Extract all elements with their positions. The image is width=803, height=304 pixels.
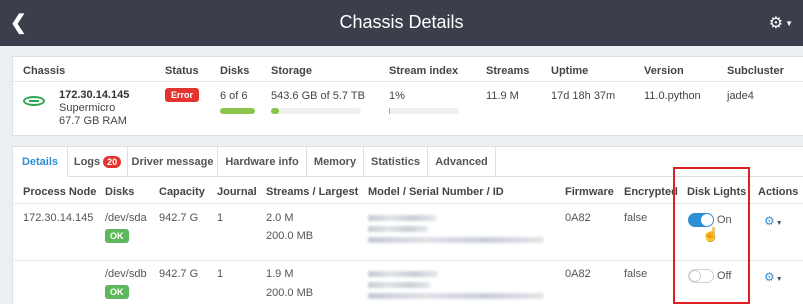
page-title: Chassis Details [339,12,464,32]
subcluster-value: jade4 [727,90,754,102]
col-header-actions: Actions [758,186,799,198]
storage-bar-fill [271,108,280,114]
row2-model-redacted [368,271,438,277]
supermicro-logo [23,96,45,106]
tab-hardware-info[interactable]: Hardware info [218,147,307,177]
version-value: 11.0.python [644,90,701,102]
row2-streams: 1.9 M [266,268,294,280]
tab-driver-message[interactable]: Driver message [128,147,218,177]
uptime-value: 17d 18h 37m [551,90,616,102]
row1-capacity: 942.7 G [159,212,199,224]
row1-encrypted: false [624,212,648,224]
tab-label: Advanced [435,156,488,168]
row2-id-redacted [368,293,544,299]
col-header-disks: Disks [105,186,135,198]
row1-serial-redacted [368,226,428,232]
chassis-ip[interactable]: 172.30.14.145 [59,89,129,101]
top-bar: ❮ Chassis Details ⚙ ▼ [0,0,803,46]
col-header-uptime: Uptime [551,65,589,77]
status-badge: Error [165,88,200,102]
col-header-capacity: Capacity [159,186,205,198]
tab-label: Details [21,156,59,168]
col-header-chassis: Chassis [23,65,66,77]
tab-label: Hardware info [225,156,299,168]
row1-id-redacted [368,237,544,243]
row1-journal: 1 [217,212,224,224]
row1-actions-button[interactable]: ⚙▼ [764,214,783,228]
caret-down-icon: ▼ [775,276,783,283]
col-header-streams-largest: Streams / Largest [266,186,359,198]
tab-memory[interactable]: Memory [307,147,364,177]
storage-value: 543.6 GB of 5.7 TB [271,90,365,102]
row2-serial-redacted [368,282,430,288]
col-header-stream-index: Stream index [389,65,459,77]
col-header-version: Version [644,65,684,77]
logs-count-badge: 20 [103,156,122,168]
hand-pointer-icon: ☝ [702,226,720,242]
row1-process-node: 172.30.14.145 [23,212,94,224]
divider [13,81,803,82]
tab-logs[interactable]: Logs 20 [68,147,128,177]
stream-index-bar [389,108,459,114]
col-header-journal: Journal [217,186,257,198]
row1-model-redacted [368,215,436,221]
gear-icon: ⚙ [768,15,784,32]
col-header-firmware: Firmware [565,186,614,198]
tab-label: Driver message [131,156,214,168]
disks-value: 6 of 6 [220,90,248,102]
storage-bar [271,108,361,114]
caret-down-icon: ▼ [775,220,783,227]
tab-advanced[interactable]: Advanced [428,147,496,177]
tab-label: Statistics [371,156,420,168]
col-header-model-serial: Model / Serial Number / ID [368,186,504,198]
col-header-storage: Storage [271,65,312,77]
row1-status-badge: OK [105,229,129,243]
row2-disk: /dev/sdb [105,268,147,280]
disks-bar-fill [220,108,255,114]
stream-index-bar-fill [389,108,390,114]
row2-journal: 1 [217,268,224,280]
col-header-streams: Streams [486,65,530,77]
row1-disk: /dev/sda [105,212,147,224]
col-header-status: Status [165,65,199,77]
row1-streams: 2.0 M [266,212,294,224]
disks-bar [220,108,255,114]
gear-icon: ⚙ [764,214,775,228]
caret-down-icon: ▼ [785,19,793,29]
chassis-ram: 67.7 GB RAM [59,115,127,127]
row2-capacity: 942.7 G [159,268,199,280]
tab-label: Memory [313,156,357,168]
chassis-summary-panel: Chassis Status Disks Storage Stream inde… [12,56,803,136]
stream-index-value: 1% [389,90,405,102]
col-header-disks: Disks [220,65,250,77]
row1-largest: 200.0 MB [266,230,314,242]
row1-firmware: 0A82 [565,212,591,224]
settings-menu-button[interactable]: ⚙ ▼ [769,13,793,33]
row2-firmware: 0A82 [565,268,591,280]
streams-value: 11.9 M [486,90,519,102]
row2-largest: 200.0 MB [266,287,314,299]
row2-status-badge: OK [105,285,129,299]
tab-details[interactable]: Details [13,147,68,178]
col-header-process-node: Process Node [23,186,97,198]
col-header-encrypted: Encrypted [624,186,678,198]
tab-statistics[interactable]: Statistics [364,147,428,177]
row2-actions-button[interactable]: ⚙▼ [764,270,783,284]
tab-label: Logs [73,156,101,168]
chassis-vendor: Supermicro [59,102,116,114]
row2-encrypted: false [624,268,648,280]
gear-icon: ⚙ [764,270,775,284]
col-header-subcluster: Subcluster [727,65,784,77]
